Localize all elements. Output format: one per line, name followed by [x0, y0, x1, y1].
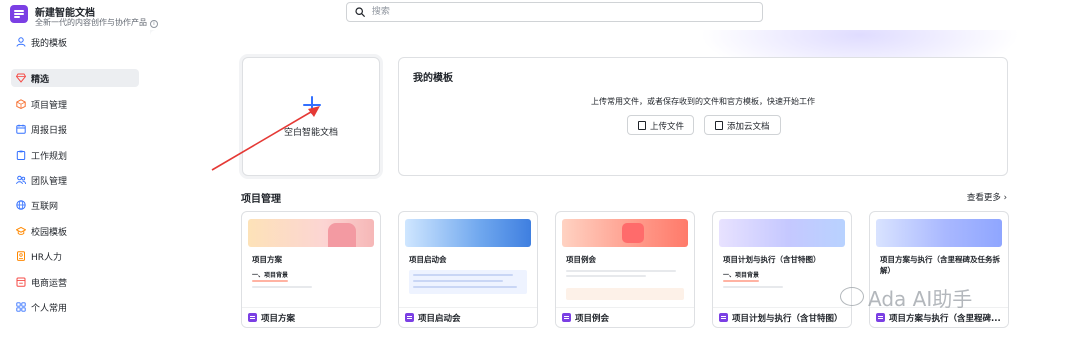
template-banner [248, 219, 374, 247]
calendar-icon [16, 124, 26, 134]
template-footer: 项目启动会 [399, 307, 537, 327]
text-line [723, 286, 783, 288]
decorative-illustration [328, 223, 356, 247]
graduation-cap-icon [16, 226, 26, 235]
team-icon [16, 175, 26, 185]
template-card-regular-meeting[interactable]: 项目例会 项目例会 [555, 211, 695, 328]
upload-file-label: 上传文件 [650, 122, 685, 132]
sidebar-item-label: 我的模板 [31, 39, 68, 49]
template-card-title: 项目启动会 [409, 255, 447, 264]
search-icon [355, 7, 365, 17]
sidebar-item-label: 团队管理 [31, 177, 68, 187]
text-line [566, 270, 676, 272]
app-subtitle-text: 全新一代的内容创作与协作产品 [35, 18, 147, 27]
template-subheading: 一、项目背景 [252, 272, 289, 279]
sidebar-item-label: 互联网 [31, 202, 59, 212]
template-banner [876, 219, 1002, 247]
template-card-title: 项目计划与执行（含甘特图） [723, 255, 821, 264]
doc-type-icon [405, 313, 414, 322]
info-block [566, 288, 684, 300]
template-footer: 项目计划与执行（含甘特图） [713, 307, 851, 327]
app-subtitle: 全新一代的内容创作与协作产品 i [35, 17, 158, 28]
calendar-check-icon [622, 223, 644, 243]
template-name: 项目方案与执行（含里程碑... [889, 314, 1001, 324]
sidebar-item-hr[interactable]: HR人力 [11, 247, 139, 265]
top-bar: 新建智能文档 全新一代的内容创作与协作产品 i [0, 0, 1080, 30]
sidebar: 我的模板 精选 项目管理 周报日报 工作规划 团队管理 互联网 校园模板 HR人… [0, 30, 150, 344]
doc-type-icon [719, 313, 728, 322]
section-title: 项目管理 [241, 194, 281, 205]
text-line [566, 275, 646, 277]
template-card-plan-execution[interactable]: 项目计划与执行（含甘特图） 一、项目背景 项目计划与执行（含甘特图） [712, 211, 852, 328]
template-name: 项目计划与执行（含甘特图） [732, 314, 843, 324]
upload-file-button[interactable]: 上传文件 [627, 115, 694, 135]
text-line [413, 286, 517, 288]
template-banner [719, 219, 845, 247]
file-icon [638, 121, 646, 130]
sidebar-item-campus[interactable]: 校园模板 [11, 222, 139, 240]
annotation-arrow [211, 106, 320, 171]
doc-type-icon [248, 313, 257, 322]
sidebar-item-featured[interactable]: 精选 [11, 69, 139, 87]
template-card-title: 项目方案 [252, 255, 282, 264]
sidebar-item-label: 周报日报 [31, 126, 68, 136]
divider [723, 280, 759, 282]
template-name: 项目启动会 [418, 314, 461, 324]
diamond-icon [16, 73, 26, 83]
shop-icon [16, 277, 26, 287]
template-card-title: 项目例会 [566, 255, 596, 264]
sidebar-item-label: 精选 [31, 75, 50, 85]
template-card-title: 项目方案与执行（含里程碑及任务拆解） [880, 255, 1000, 275]
cube-icon [16, 99, 26, 109]
wechat-icon [840, 287, 864, 306]
template-name: 项目例会 [575, 314, 610, 324]
doc-type-icon [562, 313, 571, 322]
sidebar-item-team-management[interactable]: 团队管理 [11, 171, 139, 189]
text-line [413, 280, 503, 282]
template-banner [405, 219, 531, 247]
doc-type-icon [876, 313, 885, 322]
template-name: 项目方案 [261, 314, 296, 324]
text-line [252, 286, 312, 288]
template-footer: 项目方案 [242, 307, 380, 327]
watermark: Ada AI助手 [868, 287, 973, 311]
sidebar-item-label: 工作规划 [31, 152, 68, 162]
my-templates-title: 我的模板 [413, 73, 453, 84]
sidebar-item-project-management[interactable]: 项目管理 [11, 95, 139, 113]
sidebar-item-label: 校园模板 [31, 228, 68, 238]
see-more-link[interactable]: 查看更多 › [967, 191, 1007, 203]
template-subheading: 一、项目背景 [723, 272, 760, 279]
globe-icon [16, 200, 26, 210]
my-templates-panel: 我的模板 上传常用文件，或者保存收到的文件和官方模板，快速开始工作 上传文件 添… [398, 57, 1008, 176]
sidebar-item-weekly-daily[interactable]: 周报日报 [11, 120, 139, 138]
template-footer: 项目例会 [556, 307, 694, 327]
sidebar-item-work-planning[interactable]: 工作规划 [11, 146, 139, 164]
info-icon[interactable]: i [150, 20, 158, 28]
clipboard-icon [16, 150, 26, 160]
sidebar-item-label: 个人常用 [31, 304, 68, 314]
sidebar-item-personal[interactable]: 个人常用 [11, 298, 139, 316]
user-icon [16, 37, 26, 47]
sidebar-item-label: 电商运营 [31, 279, 68, 289]
cloud-doc-icon [715, 121, 723, 130]
sidebar-item-internet[interactable]: 互联网 [11, 196, 139, 214]
text-line [413, 274, 513, 276]
divider [252, 280, 288, 282]
template-card-kickoff[interactable]: 项目启动会 项目启动会 [398, 211, 538, 328]
template-card-project-plan[interactable]: 项目方案 一、项目背景 项目方案 [241, 211, 381, 328]
grid-icon [16, 302, 26, 312]
badge-icon [17, 251, 25, 261]
sidebar-item-ecommerce[interactable]: 电商运营 [11, 273, 139, 291]
template-banner [562, 219, 688, 247]
sidebar-item-my-templates[interactable]: 我的模板 [11, 33, 139, 51]
sidebar-item-label: HR人力 [31, 253, 63, 263]
my-templates-description: 上传常用文件，或者保存收到的文件和官方模板，快速开始工作 [591, 97, 815, 106]
search-input[interactable] [369, 5, 749, 19]
doc-logo-icon [10, 5, 28, 23]
add-cloud-doc-button[interactable]: 添加云文档 [704, 115, 781, 135]
search-box[interactable] [346, 2, 763, 22]
add-cloud-doc-label: 添加云文档 [727, 122, 770, 132]
sidebar-item-label: 项目管理 [31, 101, 68, 111]
